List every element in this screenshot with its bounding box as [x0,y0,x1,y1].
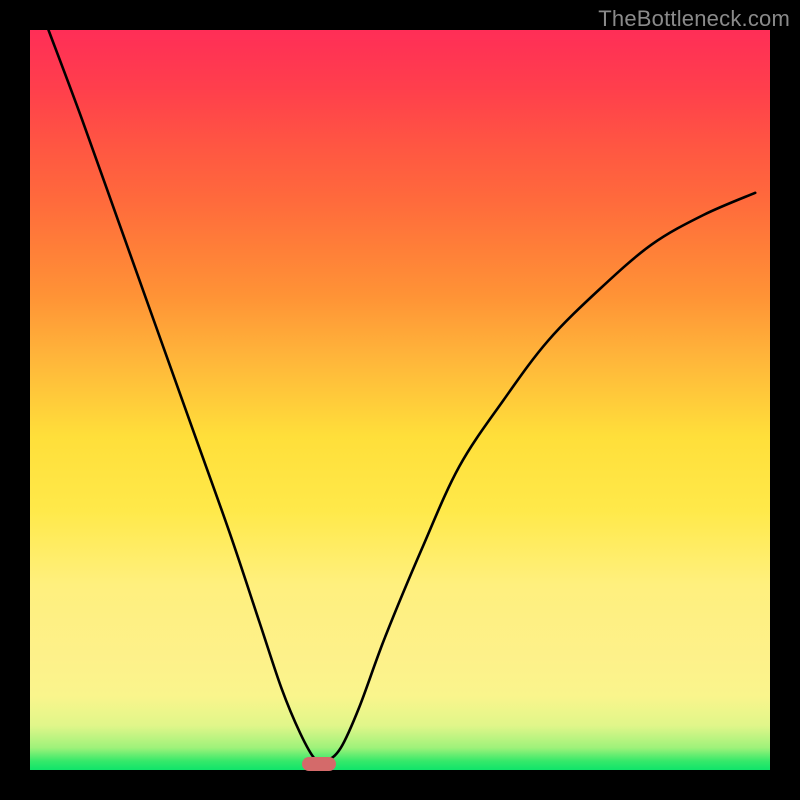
plot-area [30,30,770,770]
bottleneck-curve [30,30,770,770]
vertex-marker [302,757,336,771]
watermark-text: TheBottleneck.com [598,6,790,32]
